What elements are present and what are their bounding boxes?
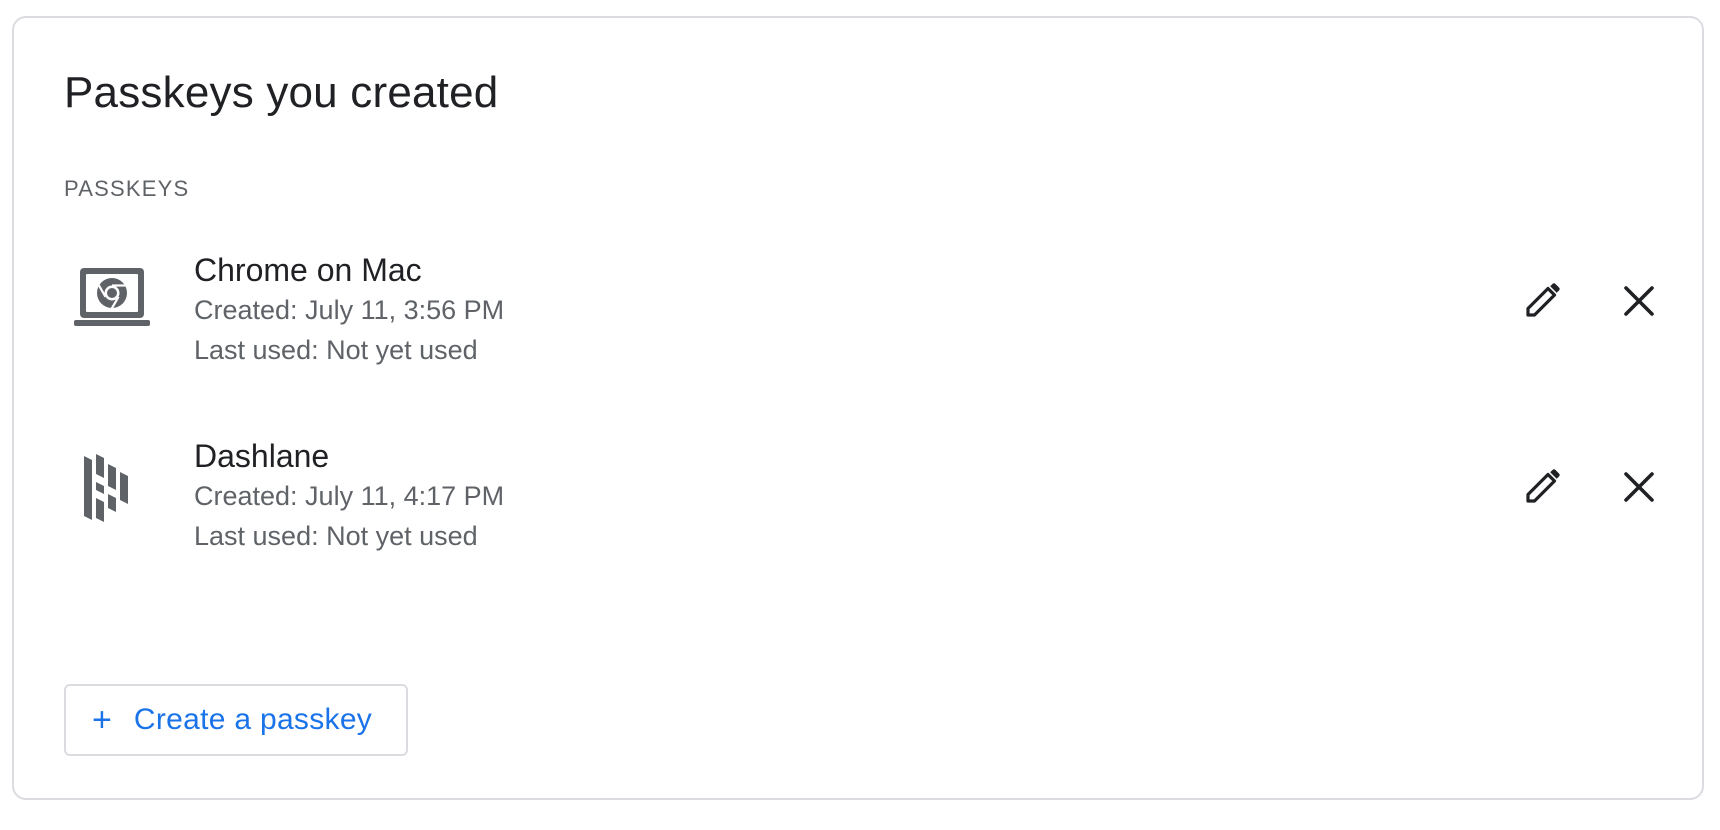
- plus-icon: +: [92, 701, 112, 739]
- laptop-chrome-icon: [74, 264, 150, 340]
- passkey-details: Dashlane Created: July 11, 4:17 PM Last …: [194, 436, 504, 556]
- create-passkey-button[interactable]: + Create a passkey: [64, 684, 408, 756]
- edit-passkey-button[interactable]: [1514, 274, 1570, 330]
- remove-passkey-button[interactable]: [1611, 274, 1667, 330]
- pencil-icon: [1522, 467, 1562, 510]
- passkey-name: Chrome on Mac: [194, 252, 422, 288]
- close-icon: [1622, 284, 1656, 321]
- dashlane-icon: [74, 450, 150, 526]
- passkey-created: Created: July 11, 4:17 PM: [194, 481, 505, 511]
- section-label-passkeys: PASSKEYS: [64, 176, 190, 201]
- page-title: Passkeys you created: [64, 68, 499, 117]
- pencil-icon: [1522, 281, 1562, 324]
- passkey-row-dashlane: Dashlane Created: July 11, 4:17 PM Last …: [14, 436, 1702, 566]
- passkey-row-chrome-on-mac: Chrome on Mac Created: July 11, 3:56 PM …: [14, 250, 1702, 380]
- passkey-details: Chrome on Mac Created: July 11, 3:56 PM …: [194, 250, 504, 370]
- passkey-last-used: Last used: Not yet used: [194, 521, 478, 551]
- edit-passkey-button[interactable]: [1514, 460, 1570, 516]
- passkey-last-used: Last used: Not yet used: [194, 335, 478, 365]
- passkey-created: Created: July 11, 3:56 PM: [194, 295, 505, 325]
- passkey-name: Dashlane: [194, 438, 330, 474]
- remove-passkey-button[interactable]: [1611, 460, 1667, 516]
- close-icon: [1622, 470, 1656, 507]
- create-passkey-label: Create a passkey: [133, 703, 373, 736]
- passkeys-card: Passkeys you created PASSKEYS Chrome on …: [12, 16, 1704, 800]
